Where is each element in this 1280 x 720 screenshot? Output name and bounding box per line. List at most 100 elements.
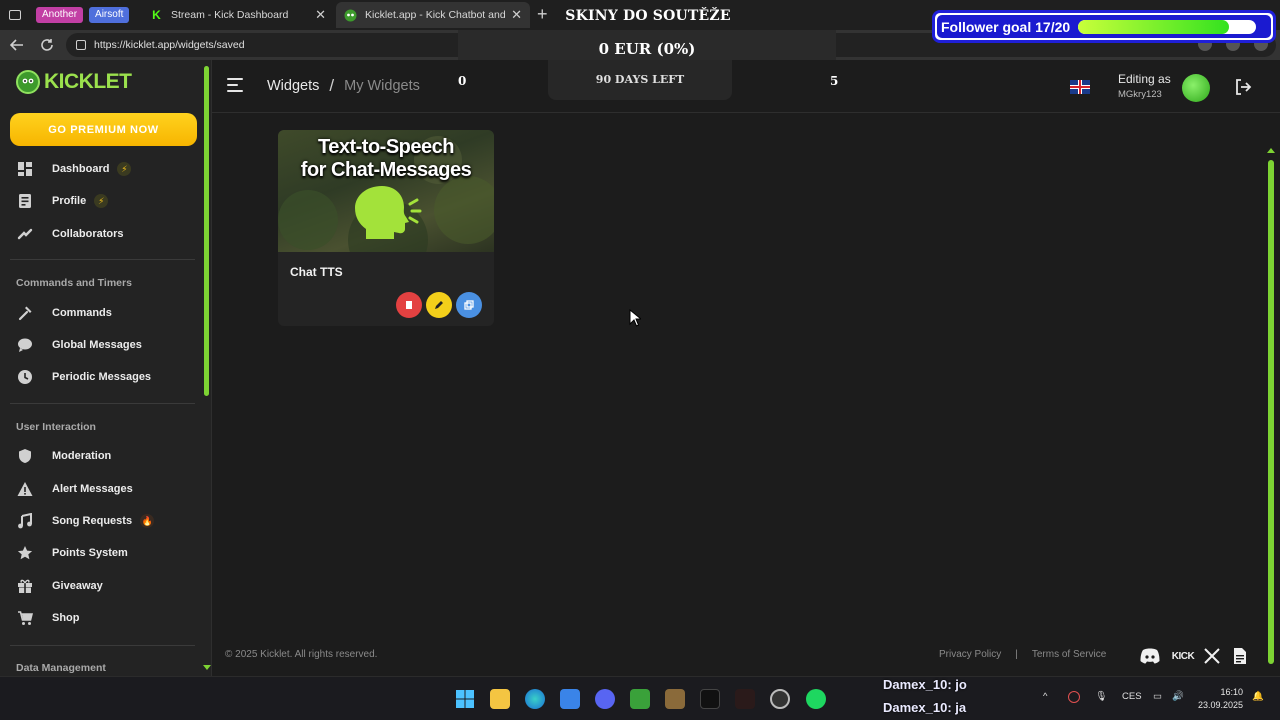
avatar[interactable] <box>1182 74 1210 102</box>
tab-group-pill-airsoft[interactable]: Airsoft <box>89 7 130 23</box>
widget-card[interactable]: Text-to-Speech for Chat-Messages Chat TT… <box>278 130 494 326</box>
tray-chevron-icon[interactable]: ^ <box>1043 691 1047 702</box>
sidebar-item-profile[interactable]: Profile ⚡ <box>16 191 109 211</box>
browser-tab-kicklet[interactable]: Kicklet.app - Kick Chatbot and O ✕ <box>336 2 530 28</box>
sidebar-item-dashboard[interactable]: Dashboard ⚡ <box>16 159 132 179</box>
clock-icon <box>16 368 34 386</box>
tray-app-icon[interactable] <box>1068 691 1080 703</box>
x-twitter-icon[interactable] <box>1202 646 1222 666</box>
pencil-icon <box>435 301 443 309</box>
discord-icon[interactable] <box>1140 646 1160 666</box>
obs-studio-icon[interactable] <box>770 689 790 709</box>
minecraft-launcher-icon[interactable] <box>630 689 650 709</box>
sidebar-item-collaborators[interactable]: Collaborators <box>16 224 124 244</box>
sidebar-divider <box>10 403 195 404</box>
widget-title: Chat TTS <box>290 265 343 279</box>
kicklet-mascot-icon <box>16 70 40 94</box>
sidebar-item-alert-messages[interactable]: Alert Messages <box>16 479 133 499</box>
browser-tab-kick-dashboard[interactable]: K Stream - Kick Dashboard ✕ <box>142 2 334 28</box>
url-text: https://kicklet.app/widgets/saved <box>94 39 245 51</box>
sidebar-scrollbar[interactable] <box>204 66 209 396</box>
document-icon[interactable] <box>1230 646 1250 666</box>
tab-actions-button[interactable] <box>0 0 30 30</box>
sidebar-item-moderation[interactable]: Moderation <box>16 446 111 466</box>
microphone-icon[interactable]: 🎙 <box>1095 691 1107 702</box>
file-explorer-icon[interactable] <box>490 689 510 709</box>
edge-browser-icon[interactable] <box>525 689 545 709</box>
fire-icon: 🔥 <box>140 514 155 528</box>
overlay-stat-right: 5 <box>830 74 839 88</box>
clock-date: 23.09.2025 <box>1198 700 1244 710</box>
windows-taskbar: Damex_10: jo Damex_10: ja ^ 🎙 CES ▭ 🔊 16… <box>0 676 1280 720</box>
delete-widget-button[interactable] <box>396 292 422 318</box>
kick-logo-icon: K <box>152 7 161 22</box>
reload-icon[interactable] <box>34 32 60 58</box>
sidebar-item-label: Points System <box>52 547 128 559</box>
sidebar: KICKLET GO PREMIUM NOW Dashboard ⚡ Profi… <box>0 60 212 676</box>
scroll-down-arrow-icon[interactable] <box>203 665 211 670</box>
hammer-icon <box>16 304 34 322</box>
tab-close-icon[interactable]: ✕ <box>511 7 522 23</box>
footer-separator: | <box>1015 649 1018 660</box>
privacy-policy-link[interactable]: Privacy Policy <box>939 649 1001 660</box>
giveaway-title-overlay: SKINY DO SOUTĚŽE <box>565 8 731 24</box>
follower-goal-label: Follower goal 17/20 <box>941 18 1071 35</box>
site-info-icon[interactable] <box>76 40 86 50</box>
editing-label: Editing as <box>1118 72 1171 86</box>
chat-overlay-line: Damex_10: ja <box>883 700 967 715</box>
terms-of-service-link[interactable]: Terms of Service <box>1032 649 1106 660</box>
windows-start-icon[interactable] <box>455 689 475 709</box>
mouse-cursor-icon <box>629 309 641 327</box>
follower-goal-fill <box>1078 19 1230 34</box>
main-scrollbar[interactable] <box>1268 160 1274 664</box>
sidebar-item-label: Periodic Messages <box>52 371 152 383</box>
kicklet-logo-icon <box>344 9 357 22</box>
edit-widget-button[interactable] <box>426 292 452 318</box>
kicklet-logo[interactable]: KICKLET <box>16 70 132 94</box>
spotify-icon[interactable] <box>806 689 826 709</box>
minecraft-icon[interactable] <box>665 689 685 709</box>
breadcrumb-widgets[interactable]: Widgets <box>267 78 319 94</box>
follower-goal-bar <box>1078 19 1257 34</box>
breadcrumb: Widgets / My Widgets <box>267 76 420 96</box>
sidebar-item-global-messages[interactable]: Global Messages <box>16 335 142 355</box>
tab-title: Kicklet.app - Kick Chatbot and O <box>365 9 505 21</box>
tab-close-icon[interactable]: ✕ <box>315 7 326 23</box>
sidebar-item-label: Moderation <box>52 450 112 462</box>
sidebar-item-periodic-messages[interactable]: Periodic Messages <box>16 367 151 387</box>
sidebar-item-label: Global Messages <box>52 339 142 351</box>
scroll-up-arrow-icon[interactable] <box>1267 148 1275 153</box>
network-icon[interactable]: ▭ <box>1153 691 1162 702</box>
discord-app-icon[interactable] <box>595 689 615 709</box>
gaming-app-icon[interactable] <box>735 689 755 709</box>
sidebar-item-song-requests[interactable]: Song Requests 🔥 <box>16 511 155 531</box>
thumbnail-line-1: Text-to-Speech <box>318 136 454 158</box>
thumbnail-line-2: for Chat-Messages <box>300 159 472 181</box>
sidebar-item-label: Commands <box>52 307 112 319</box>
tab-group-pill-another[interactable]: Another <box>36 7 84 23</box>
kick-icon[interactable]: KICK <box>1172 646 1195 666</box>
collaborators-icon <box>16 225 34 243</box>
uk-flag-icon[interactable] <box>1070 80 1090 94</box>
star-icon <box>16 544 34 562</box>
sidebar-item-shop[interactable]: Shop <box>16 608 80 628</box>
go-premium-button[interactable]: GO PREMIUM NOW <box>10 113 197 146</box>
sidebar-item-commands[interactable]: Commands <box>16 303 112 323</box>
keyboard-language[interactable]: CES <box>1122 691 1142 702</box>
copy-widget-button[interactable] <box>456 292 482 318</box>
menu-toggle-icon[interactable] <box>227 78 243 92</box>
sidebar-item-label: Song Requests <box>52 515 133 527</box>
sidebar-item-points-system[interactable]: Points System <box>16 543 128 563</box>
sidebar-item-label: Giveaway <box>52 580 103 592</box>
capcut-icon[interactable] <box>700 689 720 709</box>
store-icon[interactable] <box>560 689 580 709</box>
logout-icon[interactable] <box>1234 78 1252 96</box>
back-arrow-icon[interactable] <box>4 32 30 58</box>
new-tab-plus-icon[interactable]: + <box>537 4 548 25</box>
volume-icon[interactable]: 🔊 <box>1172 691 1184 702</box>
sidebar-item-label: Collaborators <box>52 228 124 240</box>
sidebar-item-giveaway[interactable]: Giveaway <box>16 576 103 596</box>
sidebar-divider <box>10 259 195 260</box>
system-clock[interactable]: 16:10 23.09.2025 <box>1198 686 1243 712</box>
notification-bell-icon[interactable]: 🔔 <box>1252 691 1264 702</box>
